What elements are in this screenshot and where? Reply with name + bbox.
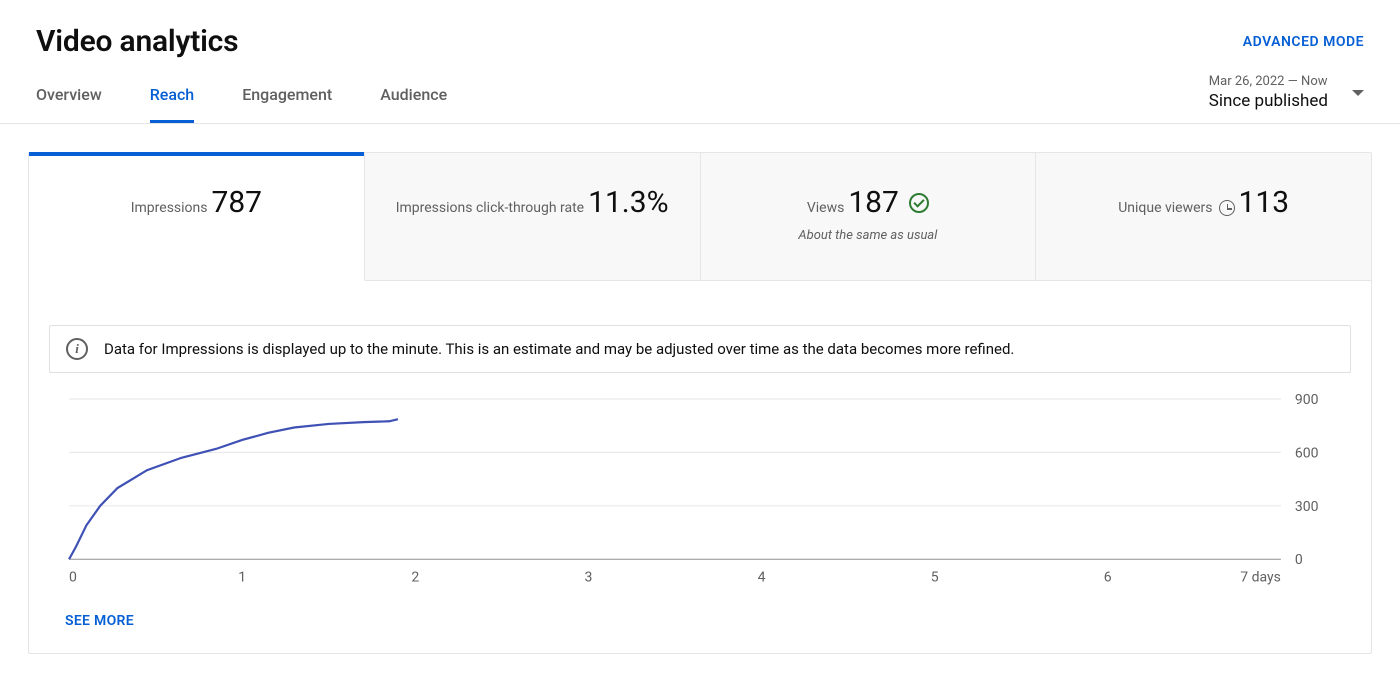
metric-label: Impressions xyxy=(131,200,208,216)
svg-text:1: 1 xyxy=(238,569,246,585)
metric-value: 787 xyxy=(211,185,262,220)
metric-subtext: About the same as usual xyxy=(701,228,1036,243)
svg-text:6: 6 xyxy=(1104,569,1112,585)
metric-label-text: Unique viewers xyxy=(1118,200,1212,216)
check-circle-icon xyxy=(909,193,929,213)
metric-value-text: 187 xyxy=(848,185,899,220)
metric-label: Impressions click-through rate xyxy=(396,200,584,216)
svg-text:4: 4 xyxy=(758,569,766,585)
metric-ctr[interactable]: Impressions click-through rate 11.3% xyxy=(365,153,701,281)
clock-icon xyxy=(1219,200,1235,216)
page-title: Video analytics xyxy=(36,24,238,59)
date-range-text: Mar 26, 2022 — Now xyxy=(1209,74,1328,89)
tab-overview[interactable]: Overview xyxy=(36,67,102,123)
metric-value: 113 xyxy=(1238,185,1289,220)
advanced-mode-button[interactable]: ADVANCED MODE xyxy=(1243,34,1364,50)
svg-text:5: 5 xyxy=(931,569,939,585)
metric-label: Unique viewers xyxy=(1118,200,1234,216)
date-range-label: Since published xyxy=(1209,91,1328,111)
metric-unique-viewers[interactable]: Unique viewers 113 xyxy=(1036,153,1371,281)
svg-text:300: 300 xyxy=(1295,499,1319,515)
info-banner-text: Data for Impressions is displayed up to … xyxy=(104,340,1014,358)
tab-engagement[interactable]: Engagement xyxy=(242,67,332,123)
svg-text:900: 900 xyxy=(1295,392,1319,408)
metric-label: Views xyxy=(807,200,845,216)
tab-audience[interactable]: Audience xyxy=(380,67,447,123)
svg-text:0: 0 xyxy=(1295,552,1303,568)
svg-text:3: 3 xyxy=(584,569,592,585)
date-range-picker[interactable]: Mar 26, 2022 — Now Since published xyxy=(1209,74,1364,123)
chevron-down-icon xyxy=(1352,90,1364,96)
svg-text:7 days: 7 days xyxy=(1240,569,1281,585)
metric-impressions[interactable]: Impressions 787 xyxy=(29,153,365,281)
metric-value: 11.3% xyxy=(588,185,668,220)
metric-tabs: Impressions 787 Impressions click-throug… xyxy=(29,153,1371,281)
see-more-button[interactable]: SEE MORE xyxy=(65,613,134,629)
metric-views[interactable]: Views 187 About the same as usual xyxy=(701,153,1037,281)
impressions-chart[interactable]: 0 300 600 900 0 1 2 3 4 5 6 7 days xyxy=(49,389,1351,589)
tabs: Overview Reach Engagement Audience xyxy=(36,67,447,123)
info-banner: i Data for Impressions is displayed up t… xyxy=(49,325,1351,373)
svg-text:0: 0 xyxy=(69,569,77,585)
tab-reach[interactable]: Reach xyxy=(150,67,195,123)
reach-card: Impressions 787 Impressions click-throug… xyxy=(28,152,1372,654)
info-icon: i xyxy=(66,338,88,360)
svg-text:2: 2 xyxy=(411,569,419,585)
metric-value: 187 xyxy=(848,185,929,220)
svg-text:600: 600 xyxy=(1295,445,1319,461)
